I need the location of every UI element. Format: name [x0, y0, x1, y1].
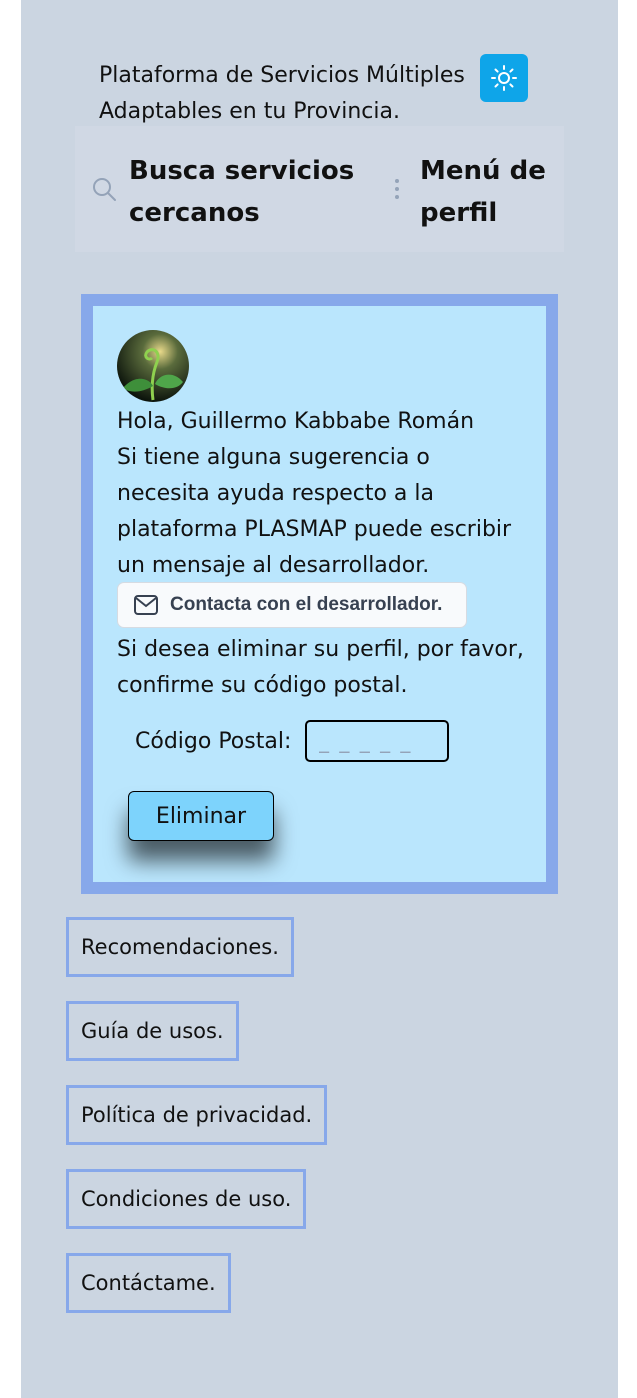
- help-message: Si tiene alguna sugerencia o necesita ay…: [117, 445, 512, 578]
- search-icon: [93, 178, 116, 201]
- profile-card: Hola, Guillermo Kabbabe Román Si tiene a…: [81, 294, 558, 894]
- footer-link-privacy-policy[interactable]: Política de privacidad.: [66, 1085, 328, 1145]
- app-title: Plataforma de Servicios Múltiples Adapta…: [99, 63, 465, 124]
- profile-menu-button[interactable]: Menú de perfil: [420, 150, 560, 234]
- postal-code-input[interactable]: [305, 720, 449, 762]
- footer-link-usage-guide[interactable]: Guía de usos.: [66, 1001, 239, 1061]
- greeting-text: Hola, Guillermo Kabbabe Román: [117, 409, 475, 434]
- avatar-plant-image: [117, 330, 189, 402]
- mail-icon: [134, 595, 158, 615]
- profile-card-body: Hola, Guillermo Kabbabe Román Si tiene a…: [93, 306, 546, 882]
- postal-code-label: Código Postal:: [135, 729, 292, 754]
- avatar: [117, 330, 189, 402]
- page-container: Plataforma de Servicios Múltiples Adapta…: [21, 0, 618, 1398]
- search-label[interactable]: Busca servicios cercanos: [129, 150, 359, 234]
- delete-profile-info: Si desea eliminar su perfil, por favor, …: [117, 637, 524, 698]
- kebab-menu-icon[interactable]: [389, 176, 405, 202]
- contact-developer-button[interactable]: Contacta con el desarrollador.: [117, 582, 467, 628]
- search-bar[interactable]: Busca servicios cercanos Menú de perfil: [75, 126, 564, 252]
- contact-developer-label: Contacta con el desarrollador.: [170, 594, 443, 615]
- delete-profile-button[interactable]: Eliminar: [128, 791, 274, 841]
- footer-link-terms-of-use[interactable]: Condiciones de uso.: [66, 1169, 307, 1229]
- footer-link-contact[interactable]: Contáctame.: [66, 1253, 231, 1313]
- theme-toggle-button[interactable]: [480, 54, 528, 102]
- footer-link-recommendations[interactable]: Recomendaciones.: [66, 917, 294, 977]
- sun-icon: [491, 65, 517, 91]
